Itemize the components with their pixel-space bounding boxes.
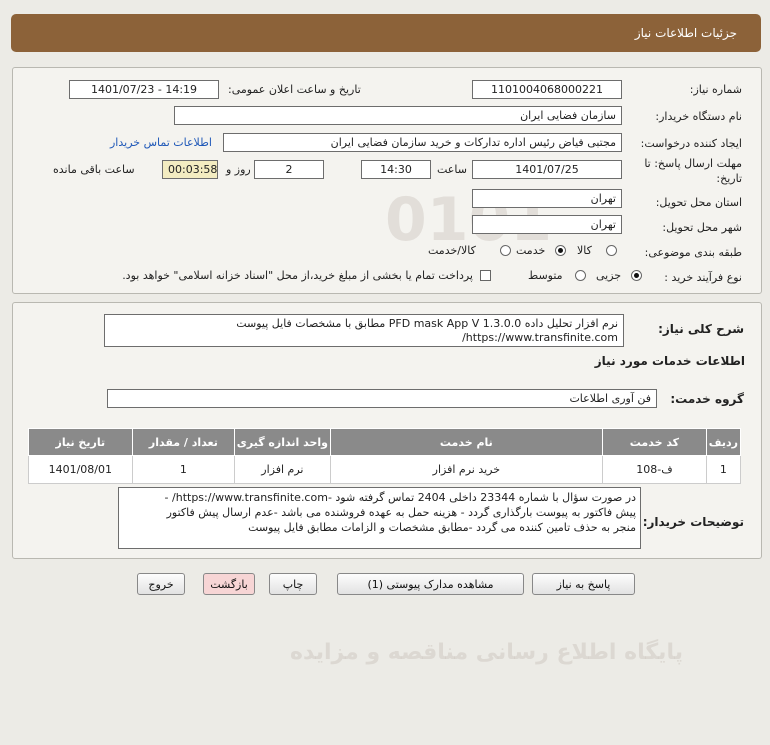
cell-quantity: 1 bbox=[131, 455, 236, 484]
category-option-service: خدمت bbox=[516, 244, 546, 257]
days-field: 2 bbox=[254, 160, 324, 179]
treasury-payment-note: پرداخت تمام یا بخشی از مبلغ خرید،از محل … bbox=[122, 269, 473, 282]
need-info-panel bbox=[12, 67, 762, 294]
col-quantity: تعداد / مقدار bbox=[131, 428, 236, 456]
service-group-field: فن آوری اطلاعات bbox=[107, 389, 657, 408]
watermark-line-2: پایگاه اطلاع رسانی مناقصه و مزایده bbox=[290, 640, 683, 665]
page-header: جزئیات اطلاعات نیاز bbox=[11, 14, 761, 52]
buyer-notes-line-1: در صورت سؤال با شماره 23344 داخلی 2404 ت… bbox=[164, 491, 636, 504]
description-line-1: نرم افزار تحلیل داده PFD mask App V 1.3.… bbox=[236, 317, 618, 330]
deadline-time-field: 14:30 bbox=[361, 160, 431, 179]
buyer-notes-line-3: منجر به حذف تامین کننده می گردد -مطابق م… bbox=[248, 521, 636, 534]
col-service-name: نام خدمت bbox=[329, 428, 604, 456]
services-table-header: تاریخ نیاز تعداد / مقدار واحد اندازه گیر… bbox=[28, 428, 742, 456]
province-label: استان محل تحویل: bbox=[655, 196, 742, 209]
treasury-payment-checkbox[interactable] bbox=[480, 270, 491, 281]
announce-date-field: 1401/07/23 - 14:19 bbox=[69, 80, 219, 99]
services-section-title: اطلاعات خدمات مورد نیاز bbox=[594, 354, 745, 368]
process-radio-medium[interactable] bbox=[575, 270, 586, 281]
buyer-org-field: سازمان فضایی ایران bbox=[174, 106, 622, 125]
remaining-time-label: ساعت باقی مانده bbox=[53, 163, 135, 176]
creator-field: مجتبی فیاض رئیس اداره تدارکات و خرید ساز… bbox=[223, 133, 622, 152]
exit-button[interactable]: خروج bbox=[137, 573, 185, 595]
creator-label: ایجاد کننده درخواست: bbox=[640, 137, 742, 150]
service-group-label: گروه خدمت: bbox=[670, 392, 744, 406]
announce-date-label: تاریخ و ساعت اعلان عمومی: bbox=[228, 83, 361, 96]
cell-date: 1401/08/01 bbox=[28, 455, 133, 484]
need-number-field: 1101004068000221 bbox=[472, 80, 622, 99]
category-radio-goods-service[interactable] bbox=[500, 245, 511, 256]
process-option-medium: متوسط bbox=[528, 269, 563, 282]
col-unit: واحد اندازه گیری bbox=[234, 428, 331, 456]
category-radio-goods[interactable] bbox=[606, 245, 617, 256]
deadline-time-label: ساعت bbox=[437, 163, 467, 176]
city-label: شهر محل تحویل: bbox=[662, 221, 742, 234]
reply-to-need-button[interactable]: پاسخ به نیاز bbox=[532, 573, 635, 595]
buyer-contact-link[interactable]: اطلاعات تماس خریدار bbox=[110, 136, 212, 149]
category-label: طبقه بندی موضوعی: bbox=[644, 246, 742, 259]
category-option-goods-service: کالا/خدمت bbox=[428, 244, 476, 257]
buyer-notes-label: توضیحات خریدار: bbox=[642, 515, 744, 529]
col-service-code: کد خدمت bbox=[602, 428, 707, 456]
deadline-label: مهلت ارسال پاسخ: تا bbox=[644, 157, 742, 170]
col-row: ردیف bbox=[705, 428, 742, 456]
process-radio-minor[interactable] bbox=[631, 270, 642, 281]
description-line-2: https://www.transfinite.com/ bbox=[462, 331, 618, 344]
services-table: تاریخ نیاز تعداد / مقدار واحد اندازه گیر… bbox=[28, 428, 742, 484]
buyer-org-label: نام دستگاه خریدار: bbox=[655, 110, 742, 123]
page-title: جزئیات اطلاعات نیاز bbox=[634, 26, 737, 40]
city-field: تهران bbox=[472, 215, 622, 234]
table-row: 1401/08/01 1 نرم افزار خرید نرم افزار ف-… bbox=[28, 455, 742, 484]
process-option-minor: جزیی bbox=[596, 269, 622, 282]
col-date: تاریخ نیاز bbox=[28, 428, 133, 456]
need-number-label: شماره نیاز: bbox=[689, 83, 742, 96]
cell-service-code: ف-108 bbox=[602, 455, 707, 484]
general-description-box: نرم افزار تحلیل داده PFD mask App V 1.3.… bbox=[104, 314, 624, 347]
print-button[interactable]: چاپ bbox=[269, 573, 317, 595]
deadline-label-date: تاریخ: bbox=[716, 172, 742, 185]
category-radio-service[interactable] bbox=[555, 245, 566, 256]
cell-row: 1 bbox=[705, 455, 742, 484]
back-button[interactable]: بازگشت bbox=[203, 573, 255, 595]
view-attachments-button[interactable]: مشاهده مدارک پیوستی (1) bbox=[337, 573, 524, 595]
cell-unit: نرم افزار bbox=[234, 455, 331, 484]
cell-service-name: خرید نرم افزار bbox=[329, 455, 604, 484]
deadline-date-field: 1401/07/25 bbox=[472, 160, 622, 179]
remaining-time-field: 00:03:58 bbox=[162, 160, 218, 179]
buyer-notes-line-2: پیش فاکتور به پیوست بارگذاری گردد - هزین… bbox=[166, 506, 636, 519]
province-field: تهران bbox=[472, 189, 622, 208]
category-option-goods: کالا bbox=[577, 244, 592, 257]
process-type-label: نوع فرآیند خرید : bbox=[664, 271, 742, 284]
days-label: روز و bbox=[226, 163, 251, 176]
general-description-label: شرح کلی نیاز: bbox=[658, 322, 744, 336]
buyer-notes-box: در صورت سؤال با شماره 23344 داخلی 2404 ت… bbox=[118, 487, 641, 549]
